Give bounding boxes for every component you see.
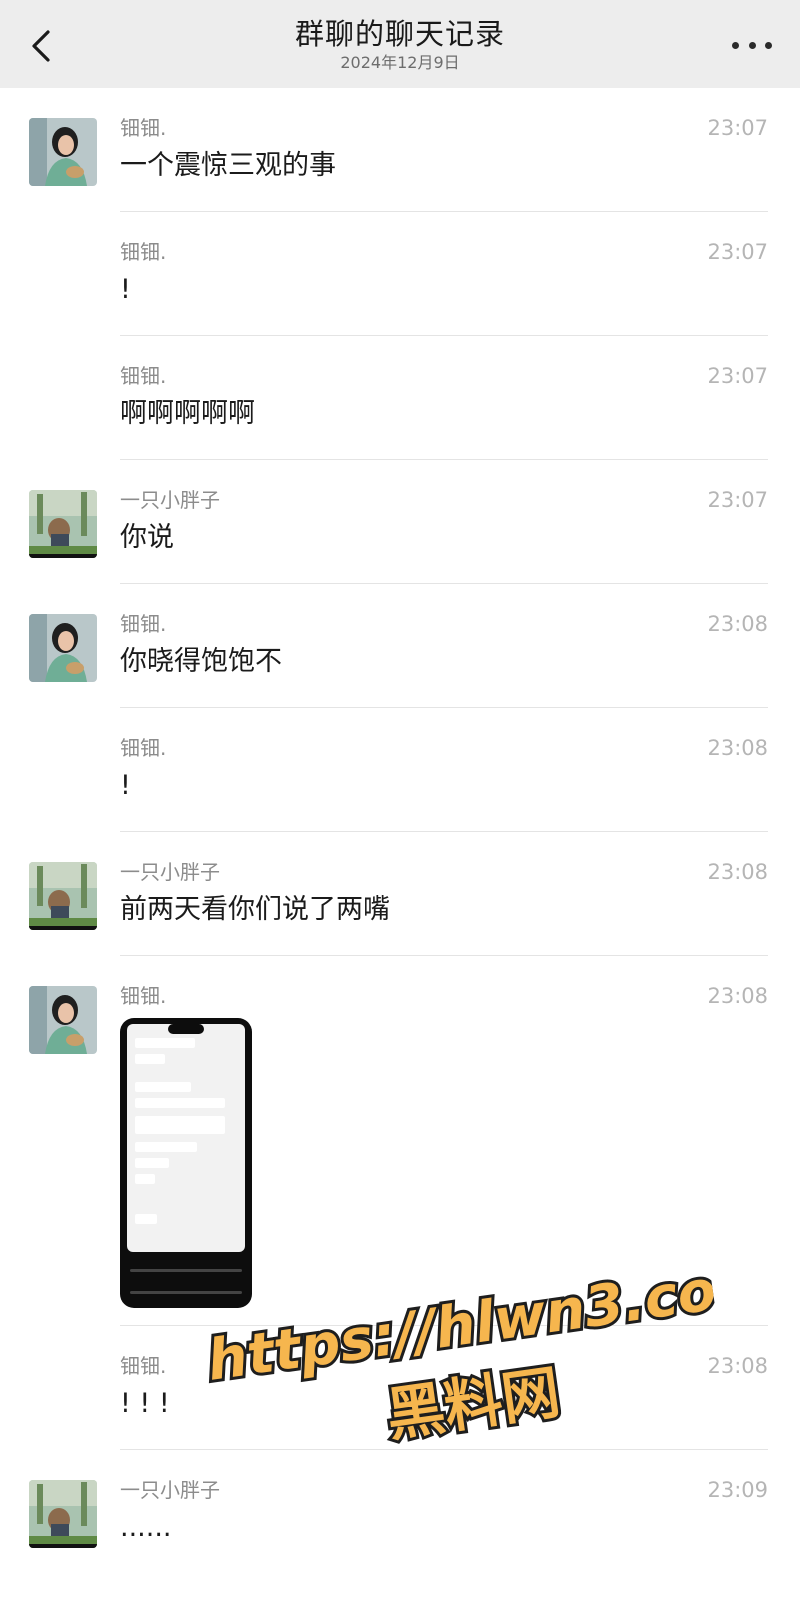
message-time: 23:08	[707, 860, 768, 884]
message-item[interactable]: 一只小胖子 23:09 ......	[0, 1450, 800, 1574]
sender-name: 一只小胖子	[120, 860, 220, 884]
message-time: 23:07	[707, 116, 768, 140]
message-item[interactable]: 钿钿. 23:07 一个震惊三观的事	[0, 88, 800, 212]
message-item[interactable]: 钿钿. 23:08 你晓得饱饱不	[0, 584, 800, 708]
sender-name: 钿钿.	[120, 984, 167, 1008]
dot	[748, 41, 756, 49]
message-time: 23:07	[707, 240, 768, 264]
image-message-thumbnail[interactable]	[120, 1018, 252, 1308]
thumbnail-bubble	[135, 1214, 157, 1224]
sender-name: 一只小胖子	[120, 488, 220, 512]
message-text: 你晓得饱饱不	[120, 646, 282, 677]
page-subtitle-date: 2024年12月9日	[340, 53, 460, 72]
title-block: 群聊的聊天记录 2024年12月9日	[0, 16, 800, 74]
thumbnail-bubble	[135, 1054, 165, 1064]
thumbnail-screen	[127, 1024, 245, 1252]
sender-name: 钿钿.	[120, 116, 167, 140]
message-text: ! ! !	[120, 1388, 170, 1419]
avatar-xiaopangzi[interactable]	[29, 862, 97, 930]
thumbnail-bubble	[135, 1082, 191, 1092]
page-title: 群聊的聊天记录	[294, 17, 505, 51]
dot	[765, 41, 772, 49]
avatar-tiantian[interactable]	[29, 986, 97, 1054]
message-time: 23:09	[707, 1478, 768, 1502]
message-text: !	[120, 274, 131, 305]
message-item[interactable]: 一只小胖子 23:08 前两天看你们说了两嘴	[0, 832, 800, 956]
thumbnail-bubble	[135, 1174, 155, 1184]
message-time: 23:07	[707, 488, 768, 512]
message-text: 你说	[120, 522, 174, 553]
more-options-icon[interactable]	[732, 30, 772, 60]
message-text: 啊啊啊啊啊	[120, 398, 255, 429]
message-item[interactable]: 钿钿. 23:07 !	[0, 212, 800, 336]
sender-name: 钿钿.	[120, 612, 167, 636]
sender-name: 一只小胖子	[120, 1478, 220, 1502]
thumbnail-bar	[130, 1291, 242, 1294]
avatar-tiantian[interactable]	[29, 614, 97, 682]
thumbnail-bubble	[135, 1158, 169, 1168]
thumbnail-bubble	[135, 1098, 225, 1108]
message-text: ......	[120, 1512, 172, 1543]
avatar-xiaopangzi[interactable]	[29, 490, 97, 558]
avatar-xiaopangzi[interactable]	[29, 1480, 97, 1548]
dot	[732, 41, 739, 49]
message-time: 23:07	[707, 364, 768, 388]
avatar-tiantian[interactable]	[29, 118, 97, 186]
sender-name: 钿钿.	[120, 736, 167, 760]
thumbnail-bubble	[135, 1116, 225, 1134]
message-item[interactable]: 钿钿. 23:07 啊啊啊啊啊	[0, 336, 800, 460]
message-time: 23:08	[707, 612, 768, 636]
message-time: 23:08	[707, 984, 768, 1008]
thumbnail-bar	[130, 1269, 242, 1272]
sender-name: 钿钿.	[120, 364, 167, 388]
thumbnail-bubble	[135, 1038, 195, 1048]
thumbnail-bubble	[135, 1142, 197, 1152]
message-item[interactable]: 钿钿. 23:08 !	[0, 708, 800, 832]
message-time: 23:08	[707, 736, 768, 760]
message-text: 前两天看你们说了两嘴	[120, 894, 390, 925]
thumbnail-notch	[168, 1024, 204, 1034]
sender-name: 钿钿.	[120, 240, 167, 264]
chat-header: 群聊的聊天记录 2024年12月9日	[0, 0, 800, 88]
sender-name: 钿钿.	[120, 1354, 167, 1378]
message-text: 一个震惊三观的事	[120, 150, 336, 181]
message-item[interactable]: 一只小胖子 23:07 你说	[0, 460, 800, 584]
message-text: !	[120, 770, 131, 801]
